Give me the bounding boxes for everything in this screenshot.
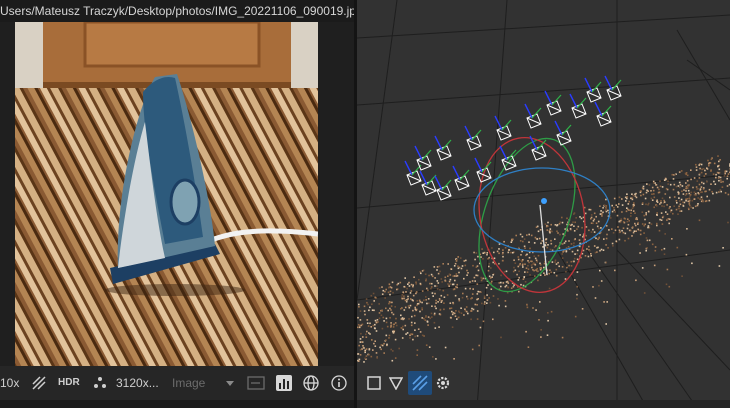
hdr-button[interactable]: HDR xyxy=(58,366,80,400)
hatch-icon[interactable] xyxy=(408,371,432,395)
chevron-down-icon[interactable] xyxy=(226,378,234,388)
file-path-bar: Users/Mateusz Traczyk/Desktop/photos/IMG… xyxy=(0,0,354,22)
viewport-3d[interactable] xyxy=(357,0,730,408)
viewport-toolbar xyxy=(357,366,730,400)
export-icon[interactable] xyxy=(247,376,265,390)
info-icon[interactable] xyxy=(331,375,347,391)
zoom-level[interactable]: 10x xyxy=(0,366,19,400)
file-path: Users/Mateusz Traczyk/Desktop/photos/IMG… xyxy=(0,4,354,18)
resolution-label: 3120x... xyxy=(116,376,159,390)
gear-icon[interactable] xyxy=(435,375,451,391)
photo-preview[interactable] xyxy=(15,22,318,366)
image-viewer-footer xyxy=(0,400,354,408)
viewport-footer xyxy=(357,400,730,408)
histogram-icon[interactable] xyxy=(276,375,292,391)
image-dropdown[interactable]: Image xyxy=(172,366,205,400)
globe-icon[interactable] xyxy=(303,375,319,391)
image-viewer-panel: Users/Mateusz Traczyk/Desktop/photos/IMG… xyxy=(0,0,354,408)
square-icon[interactable] xyxy=(367,376,381,390)
image-viewer-toolbar: 10x HDR 3120x... Image xyxy=(0,366,354,400)
hatch-icon[interactable] xyxy=(31,375,47,391)
feature-points-icon[interactable] xyxy=(93,376,107,390)
triangle-icon[interactable] xyxy=(389,376,403,390)
